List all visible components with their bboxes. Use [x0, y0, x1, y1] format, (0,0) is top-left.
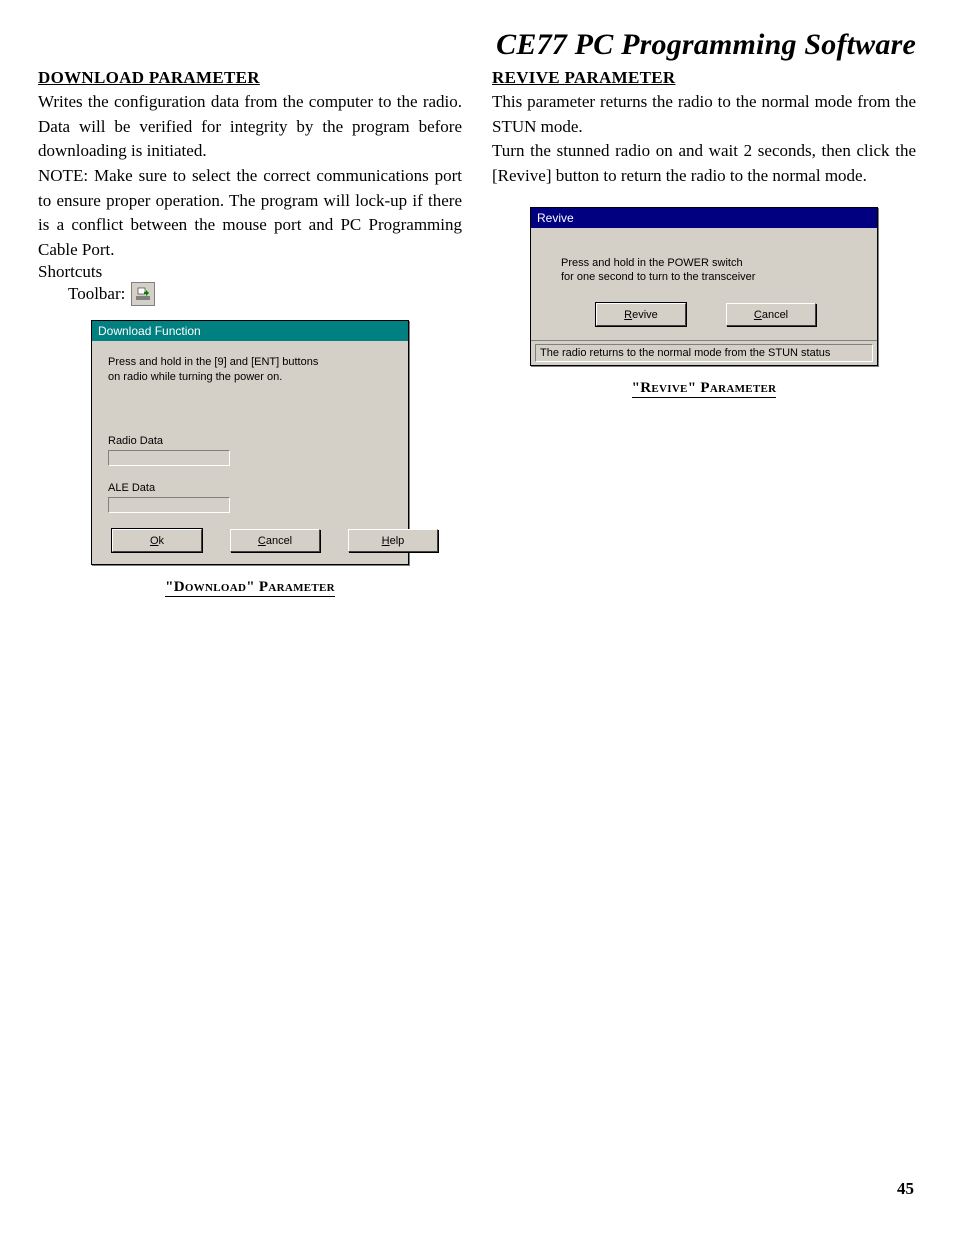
download-instruction-line1: Press and hold in the [9] and [ENT] butt… [108, 355, 392, 370]
revive-dialog: Revive Press and hold in the POWER switc… [530, 207, 878, 367]
revive-cancel-button-rest: ancel [762, 309, 788, 321]
revive-dialog-titlebar: Revive [531, 208, 877, 228]
download-instruction-line2: on radio while turning the power on. [108, 370, 392, 385]
help-button[interactable]: Help [348, 529, 438, 552]
download-toolbar-icon [131, 282, 155, 306]
ale-data-label: ALE Data [108, 482, 392, 494]
revive-instruction-line1: Press and hold in the POWER switch [561, 256, 847, 271]
left-column: DOWNLOAD PARAMETER Writes the configurat… [38, 68, 462, 597]
revive-para1: This parameter returns the radio to the … [492, 90, 916, 139]
download-para2: NOTE: Make sure to select the correct co… [38, 164, 462, 263]
revive-para2: Turn the stunned radio on and wait 2 sec… [492, 139, 916, 188]
download-caption: "Download" Parameter [165, 579, 335, 597]
cancel-button-rest: ancel [266, 535, 292, 547]
download-dialog: Download Function Press and hold in the … [91, 320, 409, 565]
revive-button[interactable]: Revive [596, 303, 686, 326]
download-heading: DOWNLOAD PARAMETER [38, 68, 462, 88]
toolbar-label: Toolbar: [68, 284, 125, 304]
revive-caption: "Revive" Parameter [632, 380, 777, 398]
revive-statusbar: The radio returns to the normal mode fro… [535, 344, 873, 362]
page-number: 45 [897, 1179, 914, 1199]
revive-button-rest: evive [632, 309, 658, 321]
ale-data-progress [108, 497, 230, 513]
radio-data-progress [108, 450, 230, 466]
radio-data-label: Radio Data [108, 435, 392, 447]
revive-heading: REVIVE PARAMETER [492, 68, 916, 88]
download-dialog-titlebar: Download Function [92, 321, 408, 341]
ok-button-rest: k [159, 535, 165, 547]
download-para1: Writes the configuration data from the c… [38, 90, 462, 164]
ok-button[interactable]: Ok [112, 529, 202, 552]
help-button-rest: elp [390, 535, 405, 547]
right-column: REVIVE PARAMETER This parameter returns … [492, 68, 916, 597]
revive-instruction-line2: for one second to turn to the transceive… [561, 270, 847, 285]
shortcuts-label: Shortcuts [38, 262, 462, 282]
revive-cancel-button[interactable]: Cancel [726, 303, 816, 326]
page-title: CE77 PC Programming Software [38, 28, 916, 62]
cancel-button[interactable]: Cancel [230, 529, 320, 552]
